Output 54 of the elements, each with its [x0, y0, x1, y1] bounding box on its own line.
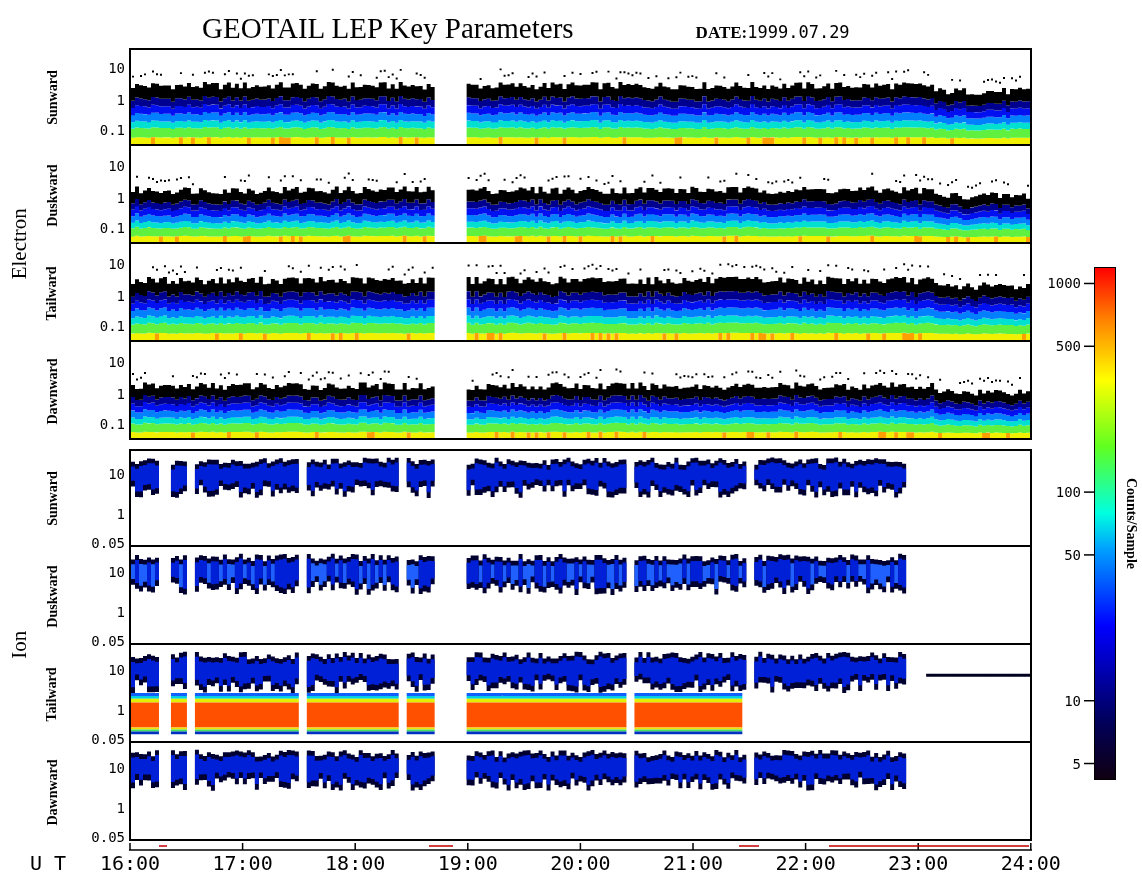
time-tick-label: 24:00: [1000, 853, 1061, 873]
y-tick-label: 10: [108, 354, 125, 369]
direction-label: Dawnward: [43, 758, 61, 826]
colorbar-tick-label: 5: [1072, 756, 1081, 771]
time-tick-label: 18:00: [325, 853, 386, 873]
direction-label: Duskward: [43, 163, 61, 227]
y-tick-label: 1: [116, 386, 125, 401]
y-tick-label: 0.1: [99, 417, 125, 432]
y-tick-label: 0.1: [99, 221, 125, 236]
colorbar-tick-label: 100: [1055, 485, 1081, 500]
y-tick-label: 1: [116, 288, 125, 303]
y-tick-label: 0.05: [91, 830, 125, 845]
time-tick-label: 20:00: [550, 853, 611, 873]
y-tick-label: 1: [116, 702, 125, 717]
direction-label: Tailward: [43, 667, 61, 721]
date-label: DATE:: [695, 24, 748, 41]
y-tick-label: 10: [108, 760, 125, 775]
chart-title: GEOTAIL LEP Key Parameters: [202, 14, 574, 43]
colorbar-tick-label: 1000: [1047, 276, 1081, 291]
date-value: 1999.07.29: [747, 24, 850, 41]
time-axis-label: U T: [30, 853, 67, 873]
y-tick-label: 1: [116, 92, 125, 107]
y-tick-label: 1: [116, 506, 125, 521]
time-tick-label: 22:00: [775, 853, 836, 873]
direction-label: Sunward: [43, 69, 61, 125]
y-tick-label: 10: [108, 256, 125, 271]
y-tick-label: 0.1: [99, 319, 125, 334]
colorbar-tick-label: 10: [1064, 693, 1081, 708]
time-tick-label: 21:00: [662, 853, 724, 873]
time-tick-label: 23:00: [888, 853, 949, 873]
colorbar-tick-label: 50: [1064, 547, 1081, 562]
colorbar-tick-label: 500: [1055, 339, 1081, 354]
y-tick-label: 0.05: [91, 634, 125, 649]
y-tick-label: 0.1: [99, 123, 125, 138]
group-label: Electron: [6, 208, 33, 280]
y-tick-label: 1: [116, 800, 125, 815]
y-tick-label: 1: [116, 604, 125, 619]
y-tick-label: 10: [108, 564, 125, 579]
y-tick-label: 10: [108, 466, 125, 481]
time-tick-label: 16:00: [99, 853, 161, 873]
y-tick-label: 10: [108, 158, 125, 173]
direction-label: Tailward: [43, 266, 61, 320]
y-tick-label: 0.05: [91, 732, 125, 747]
time-tick-label: 17:00: [212, 853, 273, 873]
y-tick-label: 10: [108, 662, 125, 677]
group-label: Ion: [6, 631, 33, 659]
y-tick-label: 0.05: [91, 536, 125, 551]
colorbar-title: Counts/Sample: [1123, 478, 1141, 569]
direction-label: Sunward: [43, 470, 61, 526]
y-tick-label: 10: [108, 60, 125, 75]
time-tick-label: 19:00: [437, 853, 498, 873]
y-tick-label: 1: [116, 190, 125, 205]
direction-label: Dawnward: [43, 357, 61, 425]
direction-label: Duskward: [43, 564, 61, 628]
